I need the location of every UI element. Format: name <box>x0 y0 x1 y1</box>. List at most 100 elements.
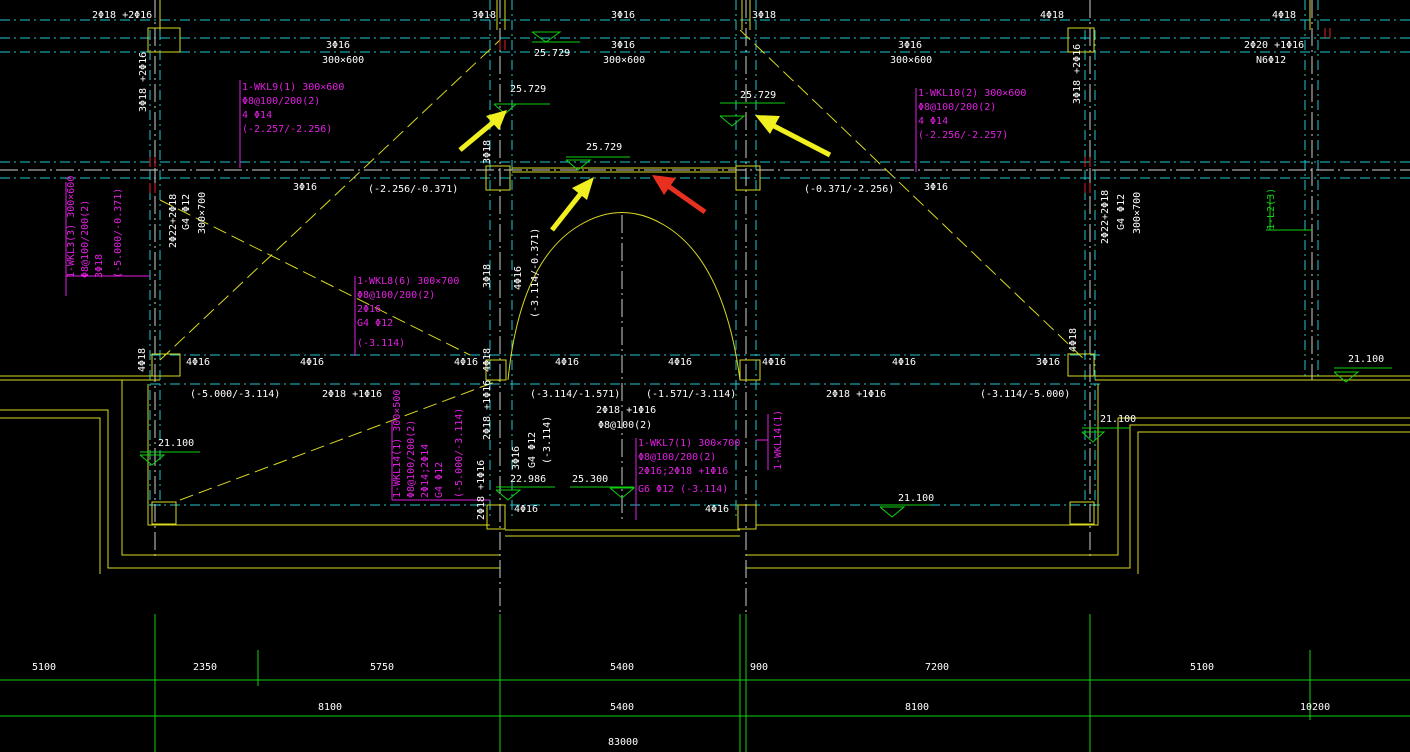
dimension-value: 2350 <box>193 662 217 673</box>
beam-stirrup: G4 Φ12 <box>181 194 192 230</box>
beam-rebar: 3Φ16 <box>511 446 522 470</box>
annotation-line: Φ8@100/200(2) <box>242 96 320 107</box>
elevation-value: 21.100 <box>158 438 194 449</box>
beam-annotation-wkl8: 1-WKL8(6) 300×700 Φ8@100/200(2) 2Φ16 G4 … <box>357 276 459 349</box>
rebar-label: 4Φ16 <box>186 357 210 368</box>
annotation-line: Φ8@100/200(2) <box>406 420 417 498</box>
annotation-line: 1-WKL8(6) 300×700 <box>357 276 459 287</box>
column-rebar: 3Φ18 <box>482 264 493 288</box>
beam-rebar: 3Φ16 <box>611 40 635 51</box>
annotation-line: 1-WKL9(1) 300×600 <box>242 82 344 93</box>
dimension-value: 7200 <box>925 662 949 673</box>
annotation-line: 2Φ14;2Φ14 <box>420 444 431 498</box>
annotation-line: Φ8@100/200(2) <box>638 452 716 463</box>
annotation-line: (-5.000/-0.371) <box>113 188 124 278</box>
rebar-label: 4Φ16 <box>762 357 786 368</box>
beam-elevation: (-3.114/-1.571) <box>530 389 620 400</box>
dimension-values: 5100 2350 5750 5400 900 7200 5100 8100 5… <box>32 662 1330 748</box>
beam-elevation: (-3.114/-5.000) <box>980 389 1070 400</box>
elevation-value: 25.300 <box>572 474 608 485</box>
beam-stirrup: N6Φ12 <box>1256 55 1286 66</box>
beam-rebar: 2Φ22+2Φ18 <box>168 194 179 248</box>
rebar-label: 4Φ16 <box>668 357 692 368</box>
yellow-arrow-icon <box>755 115 832 158</box>
elevation-value: 21.100 <box>1100 414 1136 425</box>
beam-elevation: (-1.571/-3.114) <box>646 389 736 400</box>
beam-rebar: 2Φ18 +1Φ16 <box>476 460 487 520</box>
rebar-label: 4Φ16 <box>514 504 538 515</box>
red-arrow-icon <box>652 175 707 215</box>
beam-annotation-wkl9: 1-WKL9(1) 300×600 Φ8@100/200(2) 4 Φ14 (-… <box>242 82 344 135</box>
beam-elevation: (-3.114/-0.371) <box>530 228 541 318</box>
annotation-line: 1-WKL3(3) 300×600 <box>66 176 77 278</box>
dimension-value: 5400 <box>610 702 634 713</box>
dimension-value: 10200 <box>1300 702 1330 713</box>
dimension-value: 5400 <box>610 662 634 673</box>
annotation-line: G4 Φ12 <box>434 462 445 498</box>
annotation-line: 1-WKL14(1) 300×500 <box>392 390 403 498</box>
annotation-line: 4 Φ14 <box>242 110 272 121</box>
dimension-value: 5100 <box>1190 662 1214 673</box>
column-rebar: 3Φ18 +2Φ16 <box>138 52 149 112</box>
annotation-line: 4 Φ14 <box>918 116 948 127</box>
elevation-value: 25.729 <box>534 48 570 59</box>
rebar-label: 3Φ16 <box>1036 357 1060 368</box>
annotation-line: 1-WKL10(2) 300×600 <box>918 88 1026 99</box>
rebar-label: 4Φ16 <box>705 504 729 515</box>
yellow-arrow-icon <box>550 177 594 232</box>
beam-annotation-wkl3: 1-WKL3(3) 300×600 Φ8@100/200(2) 3Φ18 (-5… <box>66 176 124 278</box>
beam-size: 300×600 <box>603 55 645 66</box>
dimension-value: 5100 <box>32 662 56 673</box>
rebar-label: 4Φ16 <box>454 357 478 368</box>
annotation-line: (-2.257/-2.256) <box>242 124 332 135</box>
beam-stirrup: G4 Φ12 <box>527 432 538 468</box>
annotation-line: (-2.256/-2.257) <box>918 130 1008 141</box>
column-rebar: 3Φ18 +2Φ16 <box>1072 44 1083 104</box>
dimension-value: 8100 <box>905 702 929 713</box>
beam-elevation: (-0.371/-2.256) <box>804 184 894 195</box>
elevation-markers <box>139 31 1392 518</box>
structural-plan: 2Φ18 +2Φ16 3Φ18 3Φ16 3Φ18 4Φ18 4Φ18 3Φ16… <box>0 0 1410 752</box>
rebar-label: 3Φ18 <box>472 10 496 21</box>
beam-rebar: 3Φ16 <box>924 182 948 193</box>
beam-stirrup: Φ8@100(2) <box>598 420 652 431</box>
beam-annotation-wkl10: 1-WKL10(2) 300×600 Φ8@100/200(2) 4 Φ14 (… <box>918 88 1026 141</box>
rebar-label: 3Φ18 <box>752 10 776 21</box>
beam-rebar: 4Φ16 <box>513 266 524 290</box>
rebar-label: 3Φ16 <box>611 10 635 21</box>
column-rebar: 4Φ18 <box>482 348 493 372</box>
rebar-label: 4Φ16 <box>555 357 579 368</box>
dimension-value: 900 <box>750 662 768 673</box>
beam-rebar: 2Φ18 +1Φ16 <box>322 389 382 400</box>
rebar-label: 4Φ18 <box>1040 10 1064 21</box>
beam-rebar: 2Φ22+2Φ18 <box>1100 190 1111 244</box>
beam-rebar: 2Φ18 +1Φ16 <box>826 389 886 400</box>
beam-elevation: (-5.000/-3.114) <box>190 389 280 400</box>
cad-drawing-canvas[interactable]: 2Φ18 +2Φ16 3Φ18 3Φ16 3Φ18 4Φ18 4Φ18 3Φ16… <box>0 0 1410 752</box>
beam-size: 300×600 <box>890 55 932 66</box>
beam-elevation: (-2.256/-0.371) <box>368 184 458 195</box>
beam-size: 300×600 <box>322 55 364 66</box>
annotation-line: 2Φ16;2Φ18 +1Φ16 <box>638 466 728 477</box>
annotation-line: Φ8@100/200(2) <box>80 200 91 278</box>
rebar-label: 4Φ18 <box>1272 10 1296 21</box>
annotation-line: (-5.000/-3.114) <box>454 408 465 498</box>
beam-rebar: 3Φ16 <box>326 40 350 51</box>
beam-elevation: (-3.114) <box>542 416 553 464</box>
rebar-marks <box>149 28 1331 193</box>
column-rebar: 4Φ18 <box>137 348 148 372</box>
beam-annotation-wkl14: 1-WKL14(1) 300×500 Φ8@100/200(2) 2Φ14;2Φ… <box>392 390 465 498</box>
annotation-line: Φ8@100/200(2) <box>357 290 435 301</box>
rebar-label: 2Φ18 +2Φ16 <box>92 10 152 21</box>
annotation-line: 1-WKL7(1) 300×700 <box>638 438 740 449</box>
annotation-line: Φ8@100/200(2) <box>918 102 996 113</box>
beam-rebar: 2Φ18 +1Φ16 <box>482 380 493 440</box>
beam-annotation-wkl7: 1-WKL7(1) 300×700 Φ8@100/200(2) 2Φ16;2Φ1… <box>638 438 740 495</box>
elevation-value: 22.986 <box>510 474 546 485</box>
column-rebar: 3Φ18 <box>482 140 493 164</box>
elevation-value: 21.100 <box>898 493 934 504</box>
elevation-value: 25.729 <box>510 84 546 95</box>
beam-size: 300×700 <box>197 192 208 234</box>
beam-annotation-wkl14b: 1-WKL14(1) <box>773 410 784 470</box>
beam-rebar: 3Φ16 <box>293 182 317 193</box>
